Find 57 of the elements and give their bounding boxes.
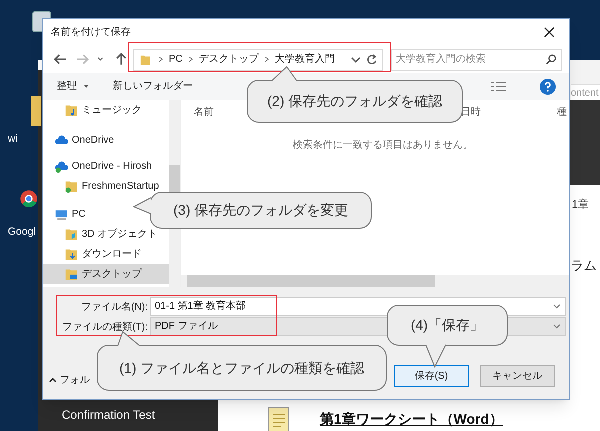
caret-icon	[84, 85, 89, 88]
caret-icon	[553, 324, 561, 329]
column-header[interactable]: 種	[557, 105, 567, 120]
folder-icon	[65, 228, 78, 240]
chevron-icon	[188, 56, 194, 63]
callout-pointer	[426, 345, 446, 367]
chevron-icon	[264, 56, 270, 63]
view-options-icon[interactable]	[491, 82, 506, 92]
scrollbar[interactable]	[181, 275, 569, 287]
cancel-button[interactable]: キャンセル	[480, 365, 555, 387]
cloud-icon	[55, 160, 68, 172]
refresh-icon[interactable]	[366, 54, 378, 66]
breadcrumb-item[interactable]: 大学教育入門	[274, 52, 335, 67]
search-field[interactable]: 大学教育入門の検索	[391, 48, 562, 70]
chevron-icon	[158, 56, 164, 63]
worksheet-link[interactable]: 第1章ワークシート（Word）	[320, 409, 504, 430]
folder-icon	[65, 268, 78, 280]
up-arrow-icon[interactable]	[115, 53, 128, 66]
heading-text: 1章	[572, 198, 590, 213]
save-button[interactable]: 保存(S)	[394, 365, 469, 387]
computer-icon	[55, 208, 68, 220]
search-icon[interactable]	[546, 54, 557, 65]
column-header[interactable]: 名前	[194, 105, 214, 120]
scrollbar-thumb[interactable]	[169, 165, 180, 193]
callout: (1) ファイル名とファイルの種類を確認	[97, 345, 387, 391]
caret-icon	[49, 378, 57, 383]
folder-icon	[65, 248, 78, 260]
nav-item[interactable]: デスクトップ	[43, 264, 170, 284]
file-name-label: ファイル名(N):	[81, 301, 148, 315]
caret-icon	[553, 304, 561, 309]
organize-button[interactable]: 整理	[57, 79, 89, 94]
caret-icon[interactable]	[96, 55, 105, 64]
cloud-icon	[55, 134, 68, 146]
breadcrumb-item[interactable]: PC	[169, 52, 183, 67]
window-title: 名前を付けて保存	[51, 26, 131, 40]
scrollbar-thumb[interactable]	[187, 275, 435, 287]
file-type-label: ファイルの種類(T):	[62, 320, 148, 335]
empty-message: 検索条件に一致する項目はありません。	[293, 138, 473, 153]
help-icon[interactable]	[540, 78, 556, 94]
desktop-icon-label[interactable]: wi	[8, 132, 18, 148]
desktop-icon-label[interactable]: Googl	[8, 225, 36, 241]
back-arrow-icon[interactable]	[53, 53, 66, 66]
caret-icon[interactable]	[351, 56, 361, 64]
new-folder-button[interactable]: 新しいフォルダー	[113, 79, 193, 94]
hide-folders-button[interactable]: フォル	[49, 373, 90, 388]
folder-icon	[140, 54, 151, 66]
folder-icon	[65, 180, 78, 192]
address-bar[interactable]: PC デスクトップ 大学教育入門	[133, 48, 383, 70]
callout: (4)「保存」	[387, 305, 508, 346]
breadcrumb-item[interactable]: デスクトップ	[198, 52, 259, 67]
music-folder-icon	[65, 104, 78, 116]
callout: (3) 保存先のフォルダを変更	[150, 192, 372, 229]
document-icon	[268, 407, 290, 431]
callout-pointer	[134, 198, 151, 214]
sidebar-item[interactable]: Confirmation Test	[62, 406, 156, 424]
heading-text: ラム	[571, 257, 597, 275]
callout-pointer	[118, 332, 140, 346]
